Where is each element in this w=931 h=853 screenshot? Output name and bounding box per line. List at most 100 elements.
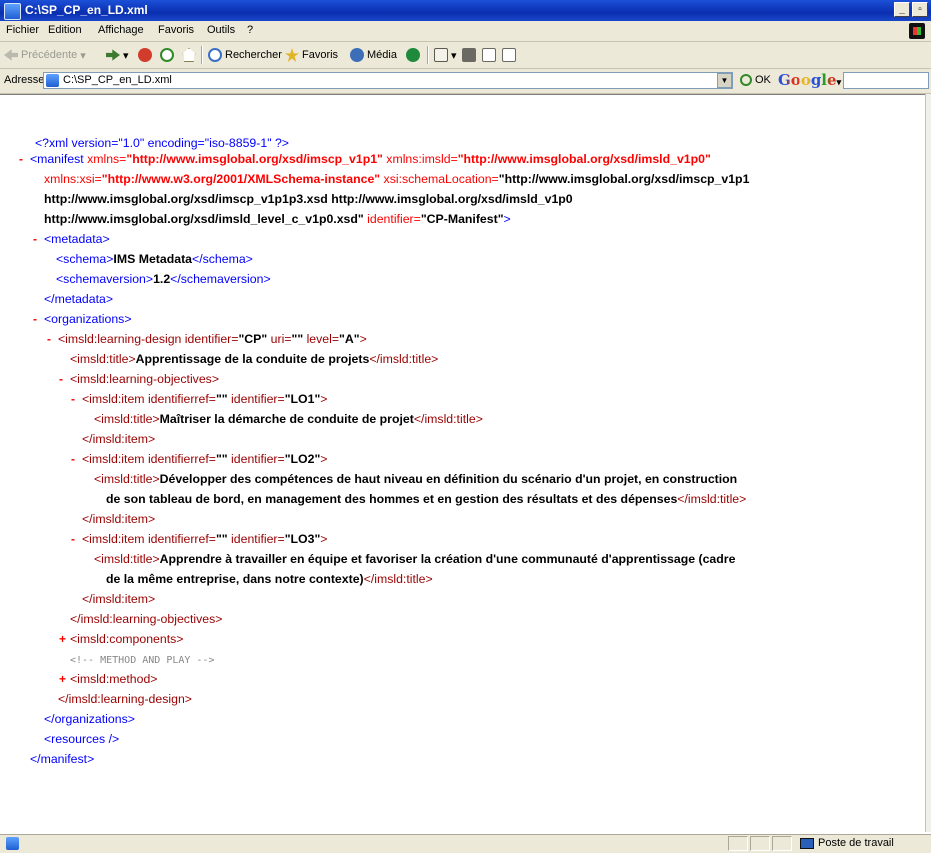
comment-text: <!-- METHOD AND PLAY --> bbox=[70, 655, 215, 666]
organizations-collapse-toggle[interactable]: - bbox=[33, 311, 37, 327]
menu-edition[interactable]: Edition bbox=[48, 24, 82, 36]
schemaversion-open-tag: <schemaversion> bbox=[56, 272, 154, 286]
organizations-open: <organizations> bbox=[44, 311, 132, 327]
metadata-collapse-toggle[interactable]: - bbox=[33, 231, 37, 247]
item-open-end: > bbox=[320, 392, 328, 406]
components-expand-toggle[interactable]: + bbox=[59, 631, 66, 647]
media-button[interactable]: Média bbox=[350, 46, 397, 64]
menu-help[interactable]: ? bbox=[247, 24, 253, 36]
security-zone: Poste de travail bbox=[800, 837, 894, 849]
learning-design-tag: <imsld:learning-design identifier= bbox=[58, 332, 239, 346]
method-tag: <imsld:method> bbox=[70, 672, 158, 686]
favorites-button[interactable]: Favoris bbox=[285, 46, 338, 64]
print-button[interactable] bbox=[462, 46, 476, 64]
metadata-close: </metadata> bbox=[44, 291, 113, 307]
learning-design-title-text: Apprentissage de la conduite de projets bbox=[135, 352, 370, 366]
components-tag: <imsld:components> bbox=[70, 632, 184, 646]
learning-design-level-value: "A" bbox=[339, 332, 360, 346]
go-label: OK bbox=[755, 74, 771, 86]
ie-page-icon bbox=[4, 3, 21, 20]
lo2-title-text-1: Développer des compétences de haut nivea… bbox=[159, 472, 738, 486]
lo1-id-value: "LO1" bbox=[284, 392, 321, 406]
search-button[interactable]: Rechercher bbox=[208, 46, 282, 64]
manifest-open-line1: <manifest xmlns="http://www.imsglobal.or… bbox=[30, 151, 711, 167]
xmlns-value: "http://www.imsglobal.org/xsd/imscp_v1p1… bbox=[126, 152, 383, 166]
learning-objectives-open: <imsld:learning-objectives> bbox=[70, 371, 219, 387]
item-id-attr: identifier= bbox=[227, 532, 285, 546]
menu-favoris[interactable]: Favoris bbox=[158, 24, 194, 36]
edit-icon bbox=[482, 48, 496, 62]
mail-button[interactable]: ▾ bbox=[434, 46, 457, 64]
status-pane bbox=[750, 836, 770, 851]
discuss-button[interactable] bbox=[502, 46, 516, 64]
history-button[interactable] bbox=[406, 46, 420, 64]
lo2-collapse-toggle[interactable]: - bbox=[71, 451, 75, 467]
lo1-title-text: Maîtriser la démarche de conduite de pro… bbox=[159, 412, 414, 426]
page-status-icon bbox=[6, 837, 19, 850]
address-url: C:\SP_CP_en_LD.xml bbox=[63, 74, 172, 86]
item-ref-value: "" bbox=[215, 532, 228, 546]
vertical-scrollbar[interactable] bbox=[925, 94, 931, 832]
lo3-item-close: </imsld:item> bbox=[82, 591, 155, 607]
window-controls: _ ▫ bbox=[894, 2, 928, 17]
stop-icon bbox=[138, 48, 152, 62]
resources-element: <resources /> bbox=[44, 731, 119, 747]
lo2-title-line1: <imsld:title>Développer des compétences … bbox=[94, 471, 737, 487]
learning-objectives-collapse-toggle[interactable]: - bbox=[59, 371, 63, 387]
stop-button[interactable] bbox=[138, 46, 152, 64]
media-icon bbox=[350, 48, 364, 62]
refresh-button[interactable] bbox=[160, 46, 174, 64]
google-toolbar-button[interactable]: Google▾ bbox=[778, 71, 841, 89]
learning-objectives-close-tag: </imsld:learning-objectives> bbox=[70, 612, 223, 626]
google-search-input[interactable] bbox=[843, 72, 929, 89]
manifest-open-line3: http://www.imsglobal.org/xsd/imscp_v1p1p… bbox=[44, 191, 573, 207]
manifest-close: </manifest> bbox=[30, 751, 94, 767]
lo1-collapse-toggle[interactable]: - bbox=[71, 391, 75, 407]
edit-button[interactable] bbox=[482, 46, 496, 64]
lo1-item-close: </imsld:item> bbox=[82, 431, 155, 447]
restore-button[interactable]: ▫ bbox=[912, 2, 928, 17]
windows-logo-icon bbox=[909, 23, 925, 39]
back-button[interactable]: Précédente ▾ bbox=[4, 46, 86, 64]
xml-declaration-text: <?xml version="1.0" encoding="iso-8859-1… bbox=[35, 136, 289, 150]
address-input[interactable]: C:\SP_CP_en_LD.xml bbox=[43, 72, 733, 89]
learning-design-collapse-toggle[interactable]: - bbox=[47, 331, 51, 347]
item-id-attr: identifier= bbox=[227, 392, 285, 406]
print-icon bbox=[462, 48, 476, 62]
item-ref-value: "" bbox=[215, 452, 228, 466]
forward-button[interactable]: ▾ bbox=[106, 46, 129, 64]
schemalocation-attr: xsi:schemaLocation= bbox=[380, 172, 499, 186]
manifest-close-tag: </manifest> bbox=[30, 752, 95, 766]
manifest-collapse-toggle[interactable]: - bbox=[19, 151, 23, 167]
item-tag: <imsld:item identifierref= bbox=[82, 532, 216, 546]
item-tag: <imsld:item identifierref= bbox=[82, 452, 216, 466]
lo3-collapse-toggle[interactable]: - bbox=[71, 531, 75, 547]
schema-element: <schema>IMS Metadata</schema> bbox=[56, 251, 253, 267]
home-button[interactable] bbox=[182, 46, 196, 64]
learning-design-close-tag: </imsld:learning-design> bbox=[58, 692, 192, 706]
minimize-button[interactable]: _ bbox=[894, 2, 910, 17]
discuss-icon bbox=[502, 48, 516, 62]
address-dropdown-icon[interactable]: ▼ bbox=[717, 73, 732, 88]
forward-dropdown-icon: ▾ bbox=[123, 49, 129, 62]
refresh-icon bbox=[160, 48, 174, 62]
menu-affichage[interactable]: Affichage bbox=[98, 24, 144, 36]
menu-outils[interactable]: Outils bbox=[207, 24, 235, 36]
go-button[interactable]: OK bbox=[740, 74, 771, 86]
back-arrow-icon bbox=[4, 49, 18, 61]
learning-design-open-end: > bbox=[359, 332, 367, 346]
google-dropdown-icon: ▾ bbox=[836, 77, 842, 87]
google-logo: Google bbox=[778, 71, 837, 89]
organizations-tag: <organizations> bbox=[44, 312, 132, 326]
method-play-comment: <!-- METHOD AND PLAY --> bbox=[70, 651, 215, 669]
toolbar-separator bbox=[427, 46, 429, 64]
title-open-tag: <imsld:title> bbox=[70, 352, 136, 366]
mail-dropdown-icon: ▾ bbox=[451, 49, 457, 62]
menu-fichier[interactable]: Fichier bbox=[6, 24, 39, 36]
lo1-item-open: <imsld:item identifierref="" identifier=… bbox=[82, 391, 327, 407]
title-close-tag: </imsld:title> bbox=[363, 572, 433, 586]
item-close-tag: </imsld:item> bbox=[82, 432, 156, 446]
xmlns-xsi-value: "http://www.w3.org/2001/XMLSchema-instan… bbox=[101, 172, 381, 186]
lo2-title-text-2: de son tableau de bord, en management de… bbox=[106, 492, 678, 506]
method-expand-toggle[interactable]: + bbox=[59, 671, 66, 687]
